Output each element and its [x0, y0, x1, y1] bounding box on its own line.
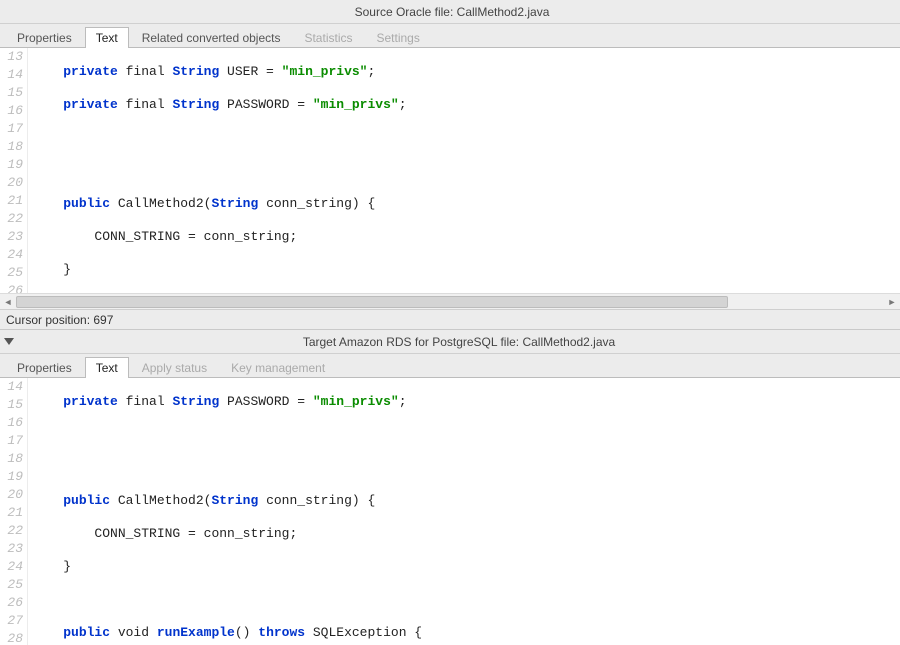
- tab-settings: Settings: [365, 27, 430, 48]
- tab-text[interactable]: Text: [85, 357, 129, 378]
- tab-key-management: Key management: [220, 357, 336, 378]
- target-panel: Target Amazon RDS for PostgreSQL file: C…: [0, 330, 900, 645]
- source-code[interactable]: private final String USER = "min_privs";…: [28, 48, 900, 293]
- target-title-row: Target Amazon RDS for PostgreSQL file: C…: [0, 330, 900, 354]
- target-code-area[interactable]: 14 15 16 17 18 19 20 21 22 23 24 25 26 2…: [0, 378, 900, 645]
- target-gutter: 14 15 16 17 18 19 20 21 22 23 24 25 26 2…: [0, 378, 28, 645]
- tab-properties[interactable]: Properties: [6, 357, 83, 378]
- tab-statistics: Statistics: [293, 27, 363, 48]
- source-status: Cursor position: 697: [0, 309, 900, 329]
- source-tabs: Properties Text Related converted object…: [0, 24, 900, 48]
- collapse-icon[interactable]: [4, 338, 14, 345]
- target-title: Target Amazon RDS for PostgreSQL file: C…: [18, 335, 900, 349]
- source-hscrollbar[interactable]: ◄ ►: [0, 293, 900, 309]
- tab-apply-status: Apply status: [131, 357, 218, 378]
- tab-text[interactable]: Text: [85, 27, 129, 48]
- target-code[interactable]: private final String PASSWORD = "min_pri…: [28, 378, 900, 645]
- source-gutter: 13 14 15 16 17 18 19 20 21 22 23 24 25 2…: [0, 48, 28, 293]
- source-title: Source Oracle file: CallMethod2.java: [4, 5, 900, 19]
- target-tabs: Properties Text Apply status Key managem…: [0, 354, 900, 378]
- source-panel: Source Oracle file: CallMethod2.java Pro…: [0, 0, 900, 330]
- scroll-right-icon[interactable]: ►: [884, 294, 900, 310]
- tab-properties[interactable]: Properties: [6, 27, 83, 48]
- scroll-left-icon[interactable]: ◄: [0, 294, 16, 310]
- source-code-area[interactable]: 13 14 15 16 17 18 19 20 21 22 23 24 25 2…: [0, 48, 900, 293]
- scroll-track[interactable]: [16, 294, 884, 310]
- source-title-row: Source Oracle file: CallMethod2.java: [0, 0, 900, 24]
- scroll-thumb[interactable]: [16, 296, 728, 308]
- tab-related[interactable]: Related converted objects: [131, 27, 292, 48]
